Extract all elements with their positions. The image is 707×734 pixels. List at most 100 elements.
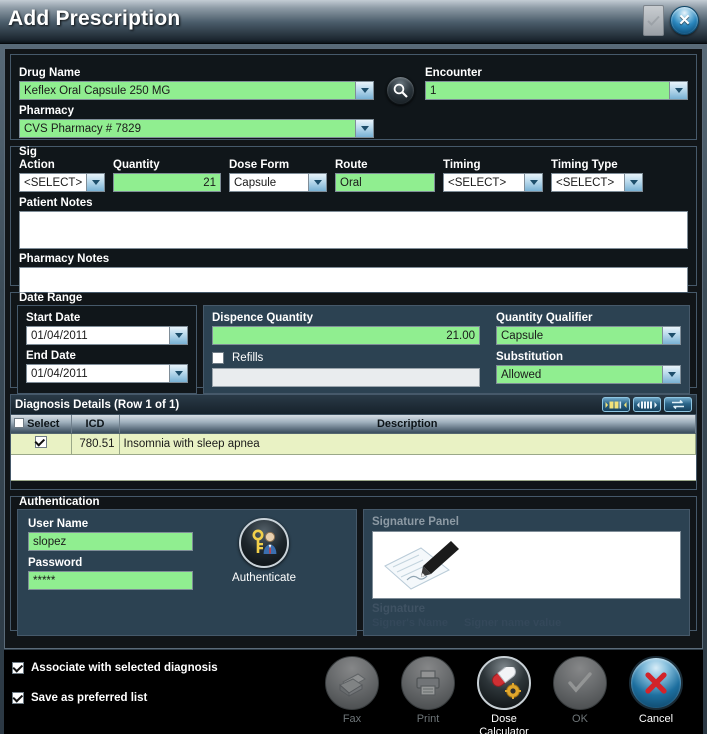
sig-field-dose-form: Dose Form Capsule — [229, 159, 327, 192]
row-checkbox[interactable] — [34, 436, 47, 448]
column-layout-icon — [637, 401, 657, 408]
save-preferred-list-option[interactable]: Save as preferred list — [12, 692, 218, 704]
cancel-label: Cancel — [638, 713, 674, 725]
route-input[interactable]: Oral — [335, 173, 435, 192]
sig-field-route: Route Oral — [335, 159, 435, 192]
quantity-input[interactable]: 21 — [113, 173, 221, 192]
dispense-quantity-input[interactable]: 21.00 — [212, 326, 480, 345]
ok-disc — [553, 656, 607, 710]
authentication-group-label: Authentication — [19, 496, 100, 508]
end-date-label: End Date — [26, 350, 76, 362]
action-label: Action — [19, 159, 55, 171]
chevron-down-icon[interactable] — [308, 174, 326, 191]
encounter-value: 1 — [430, 85, 437, 97]
select-all-checkbox[interactable] — [14, 417, 24, 428]
authenticate-button[interactable]: Authenticate — [216, 518, 312, 584]
end-date-picker[interactable]: 01/04/2011 — [26, 364, 188, 383]
timing-label: Timing — [443, 159, 481, 171]
chevron-down-icon[interactable] — [355, 82, 373, 99]
fax-machine-icon — [339, 673, 366, 697]
drug-name-value: Keflex Oral Capsule 250 MG — [24, 85, 171, 97]
refills-input[interactable] — [212, 368, 480, 387]
patient-notes-input[interactable] — [19, 211, 688, 249]
row-select-cell[interactable] — [11, 433, 72, 455]
footer-actions: Fax Print Dose Calculator OK Cancel — [319, 656, 695, 734]
printer-icon — [416, 670, 440, 696]
column-layout-button[interactable] — [633, 397, 661, 412]
table-row[interactable]: 780.51 Insomnia with sleep apnea — [11, 433, 696, 455]
chevron-down-icon[interactable] — [662, 327, 680, 344]
dispense-fields: Dispence Quantity 21.00 Refills — [212, 312, 480, 387]
dose-form-combo[interactable]: Capsule — [229, 173, 327, 192]
form-content: Drug Name Keflex Oral Capsule 250 MG Pha… — [4, 48, 703, 649]
column-header-select-label: Select — [27, 417, 60, 430]
password-input[interactable]: ***** — [28, 571, 193, 590]
pharmacy-combo[interactable]: CVS Pharmacy # 7829 — [19, 119, 374, 138]
timing-type-label: Timing Type — [551, 159, 618, 171]
chevron-down-icon[interactable] — [169, 365, 187, 382]
quantity-label: Quantity — [113, 159, 160, 171]
drug-name-label: Drug Name — [19, 67, 81, 79]
column-header-icd[interactable]: ICD — [71, 415, 120, 434]
drug-fields: Drug Name Keflex Oral Capsule 250 MG Pha… — [19, 67, 374, 138]
sig-section: Sig Action <SELECT> Quantity 21 Dose For… — [10, 146, 697, 305]
table-header-row: Select ICD Description — [11, 415, 696, 434]
timing-type-combo[interactable]: <SELECT> — [551, 173, 643, 192]
action-combo[interactable]: <SELECT> — [19, 173, 105, 192]
ok-button[interactable]: OK — [547, 656, 613, 734]
column-fit-button[interactable] — [602, 397, 630, 412]
footer-bar: Associate with selected diagnosis Save a… — [4, 650, 703, 734]
cancel-disc — [629, 656, 683, 710]
save-preferred-list-checkbox[interactable] — [12, 692, 24, 704]
associate-diagnosis-label: Associate with selected diagnosis — [31, 662, 218, 674]
diagnosis-details-section: Diagnosis Details (Row 1 of 1) Select IC… — [10, 394, 697, 490]
quantity-qualifier-combo[interactable]: Capsule — [496, 326, 681, 345]
column-header-select[interactable]: Select — [11, 415, 72, 434]
signature-panel: Signature Panel Signature Signer's Name … — [363, 509, 690, 636]
chevron-down-icon[interactable] — [669, 82, 687, 99]
date-range-group-label: Date Range — [19, 292, 83, 304]
column-header-description[interactable]: Description — [119, 415, 696, 434]
quantity-qualifier-label: Quantity Qualifier — [496, 312, 593, 324]
sig-group-label: Sig — [19, 146, 37, 158]
encounter-fields: Encounter 1 — [425, 67, 688, 100]
chevron-down-icon[interactable] — [169, 327, 187, 344]
dispense-quantity-label: Dispence Quantity — [212, 312, 313, 324]
chevron-down-icon[interactable] — [624, 174, 642, 191]
dose-calculator-button[interactable]: Dose Calculator — [471, 656, 537, 734]
print-disc — [401, 656, 455, 710]
username-input[interactable]: slopez — [28, 532, 193, 551]
drug-search-button[interactable] — [386, 76, 415, 105]
fax-button[interactable]: Fax — [319, 656, 385, 734]
dose-calculator-label: Dose Calculator — [479, 713, 529, 734]
action-value: <SELECT> — [24, 177, 83, 189]
chevron-down-icon[interactable] — [524, 174, 542, 191]
diagnosis-header: Diagnosis Details (Row 1 of 1) — [11, 395, 696, 415]
chevron-down-icon[interactable] — [86, 174, 104, 191]
encounter-combo[interactable]: 1 — [425, 81, 688, 100]
accept-button[interactable] — [643, 5, 664, 36]
chevron-down-icon[interactable] — [355, 120, 373, 137]
associate-diagnosis-checkbox[interactable] — [12, 662, 24, 674]
cancel-button[interactable]: Cancel — [623, 656, 689, 734]
print-button[interactable]: Print — [395, 656, 461, 734]
chevron-down-icon[interactable] — [662, 366, 680, 383]
dose-form-value: Capsule — [234, 177, 277, 189]
refills-checkbox[interactable] — [212, 352, 224, 364]
table-empty-area — [11, 454, 696, 481]
signature-canvas[interactable] — [372, 531, 681, 599]
refresh-button[interactable] — [664, 397, 692, 412]
drug-section: Drug Name Keflex Oral Capsule 250 MG Pha… — [10, 54, 697, 140]
timing-combo[interactable]: <SELECT> — [443, 173, 543, 192]
sig-field-quantity: Quantity 21 — [113, 159, 221, 192]
pharmacy-notes-label: Pharmacy Notes — [19, 253, 110, 265]
patient-notes-label: Patient Notes — [19, 197, 93, 209]
substitution-combo[interactable]: Allowed — [496, 365, 681, 384]
date-subpanel: Start Date 01/04/2011 End Date 01/04/201… — [17, 305, 197, 394]
route-label: Route — [335, 159, 368, 171]
close-button[interactable]: ✕ — [670, 6, 699, 35]
start-date-picker[interactable]: 01/04/2011 — [26, 326, 188, 345]
close-x-icon — [645, 672, 667, 694]
drug-name-combo[interactable]: Keflex Oral Capsule 250 MG — [19, 81, 374, 100]
associate-diagnosis-option[interactable]: Associate with selected diagnosis — [12, 662, 218, 674]
